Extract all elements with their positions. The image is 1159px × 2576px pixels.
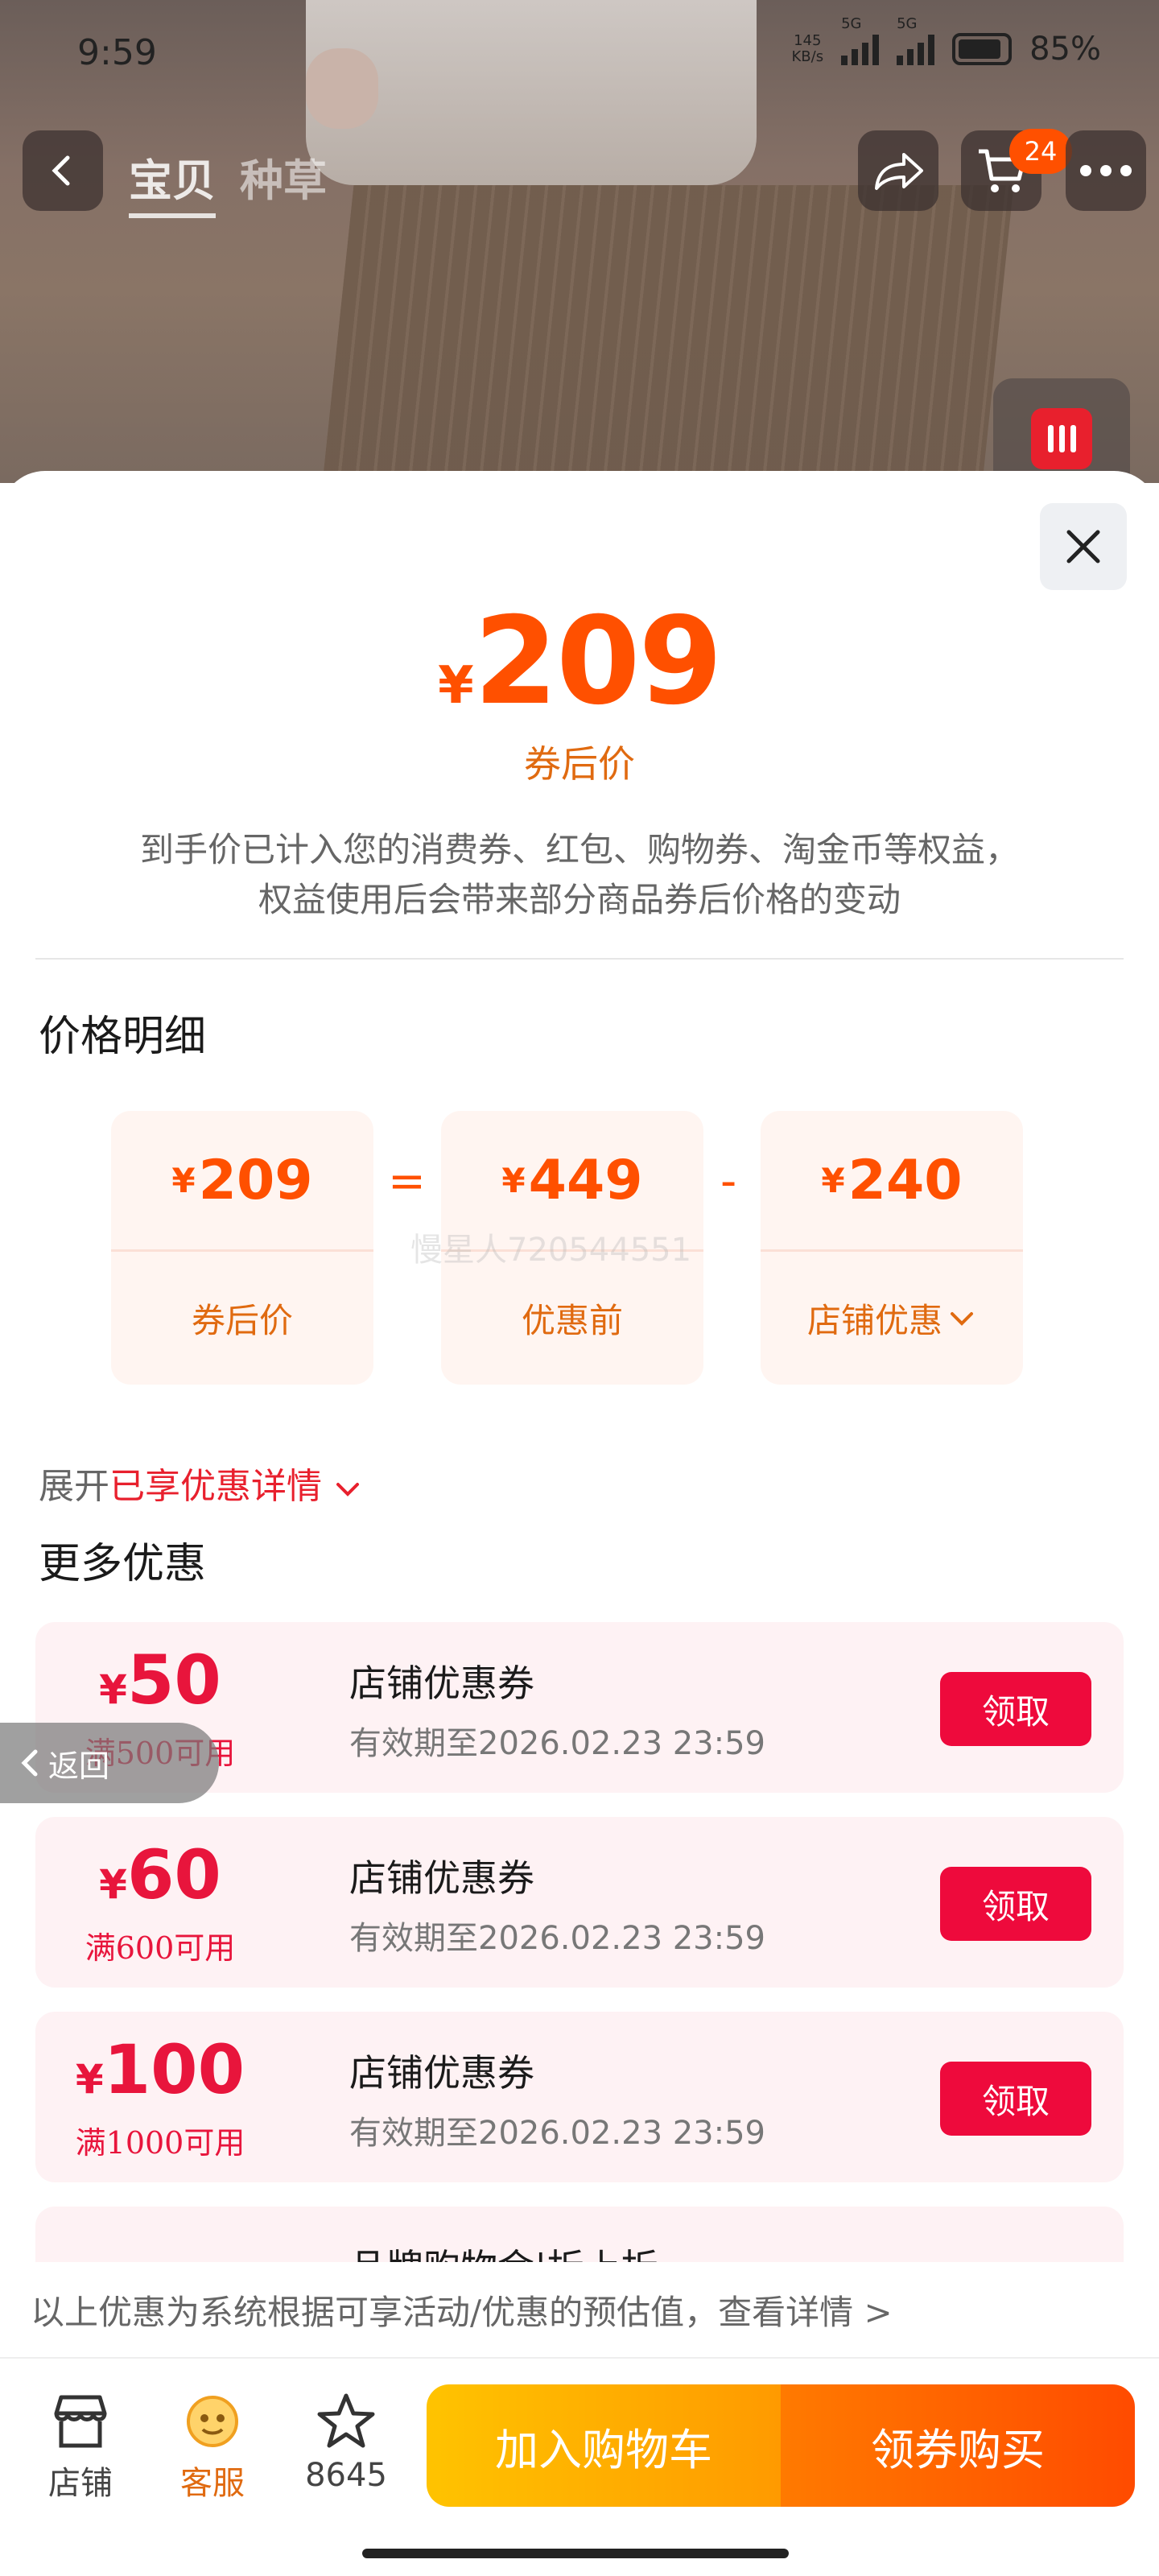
- signal-icon: 5G: [841, 15, 880, 65]
- coupon-value: 60: [126, 1835, 221, 1914]
- favorite-button[interactable]: 8645: [290, 2392, 402, 2494]
- share-button[interactable]: [858, 130, 938, 211]
- status-time: 9:59: [77, 32, 157, 73]
- breakdown-after-coupon: ¥209 券后价: [111, 1111, 373, 1385]
- price-caption: 券后价: [524, 742, 635, 786]
- star-icon: [317, 2393, 375, 2448]
- divider: [35, 958, 1124, 960]
- final-price: ¥209 券后价: [0, 592, 1159, 788]
- minus-sign: -: [720, 1155, 737, 1208]
- breakdown-value: ¥240: [761, 1111, 1023, 1249]
- breakdown-label: 券后价: [191, 1301, 293, 1340]
- live-icon: [1031, 408, 1092, 469]
- store-discount-label: 店铺优惠: [806, 1301, 942, 1340]
- breakdown-amount: 240: [848, 1148, 963, 1212]
- coupon-expiry: 有效期至2026.02.23 23:59: [349, 2115, 766, 2152]
- breakdown-amount: 209: [198, 1148, 313, 1212]
- coupon-condition: 满1000可用: [75, 2125, 245, 2161]
- service-label: 客服: [180, 2465, 245, 2502]
- price-currency: ¥: [438, 656, 474, 716]
- bottom-action-bar: 店铺 客服 8645 加入购物车 领券购买: [0, 2360, 1159, 2576]
- product-photo-skirt: [322, 185, 1014, 483]
- currency: ¥: [75, 2056, 104, 2103]
- price-detail-sheet: ¥209 券后价 到手价已计入您的消费券、红包、购物券、淘金币等权益， 权益使用…: [0, 471, 1159, 2576]
- breakdown-label: 店铺优惠: [761, 1252, 1023, 1385]
- expand-prefix: 展开: [39, 1466, 109, 1507]
- chevron-down-icon: [951, 1311, 973, 1326]
- favorite-count: 8645: [305, 2457, 387, 2494]
- claim-coupon-button[interactable]: 领取: [940, 2062, 1091, 2136]
- store-label: 店铺: [48, 2465, 113, 2502]
- currency: ¥: [99, 1666, 127, 1713]
- back-button[interactable]: [23, 130, 103, 211]
- tab-seeding[interactable]: 种草: [240, 145, 327, 218]
- breakdown-label: 优惠前: [521, 1301, 623, 1340]
- add-to-cart-button[interactable]: 加入购物车: [427, 2384, 781, 2507]
- breakdown-value: ¥209: [111, 1111, 373, 1249]
- currency: ¥: [171, 1160, 196, 1200]
- signal-icon-2: 5G: [897, 15, 935, 65]
- disclaimer-link[interactable]: 以上优惠为系统根据可享活动/优惠的预估值，查看详情 >: [0, 2262, 1159, 2359]
- home-indicator: [362, 2549, 789, 2558]
- breakdown-amount: 449: [528, 1148, 643, 1212]
- more-discounts-title: 更多优惠: [39, 1540, 207, 1588]
- close-button[interactable]: [1040, 503, 1127, 590]
- price-note: 到手价已计入您的消费券、红包、购物券、淘金币等权益， 权益使用后会带来部分商品券…: [0, 825, 1159, 925]
- net1-label: 5G: [841, 15, 862, 32]
- breakdown-store-discount[interactable]: ¥240 店铺优惠: [761, 1111, 1023, 1385]
- price-value: 209: [473, 592, 723, 732]
- currency: ¥: [99, 1861, 127, 1908]
- coupon-expiry: 有效期至2026.02.23 23:59: [349, 1725, 766, 1762]
- header-tabs: 宝贝 种草: [129, 145, 327, 218]
- claim-coupon-button[interactable]: 领取: [940, 1867, 1091, 1941]
- close-icon: [1066, 530, 1100, 564]
- coupon-card: ¥100 满1000可用 店铺优惠券 有效期至2026.02.23 23:59 …: [35, 2012, 1124, 2182]
- cart-count-badge: 24: [1009, 129, 1072, 174]
- status-bar: 9:59 145 KB/s 5G 5G 85%: [0, 0, 1159, 105]
- net-speed: 145 KB/s: [791, 32, 824, 65]
- claim-and-buy-button[interactable]: 领券购买: [781, 2384, 1135, 2507]
- customer-service-button[interactable]: 客服: [156, 2392, 269, 2504]
- price-note-line2: 权益使用后会带来部分商品券后价格的变动: [258, 880, 901, 919]
- claim-coupon-button[interactable]: 领取: [940, 1672, 1091, 1746]
- watermark: 慢星人720544551: [410, 1232, 692, 1269]
- currency: ¥: [501, 1160, 526, 1200]
- expand-discount-details[interactable]: 展开已享优惠详情: [39, 1457, 362, 1509]
- coupon-title: 店铺优惠券: [349, 1856, 534, 1900]
- battery-percent: 85%: [1029, 31, 1101, 68]
- coupon-amount: ¥100 满1000可用: [68, 2031, 253, 2162]
- expand-highlight: 已享优惠详情: [109, 1466, 322, 1507]
- coupon-title: 店铺优惠券: [349, 2051, 534, 2095]
- return-button[interactable]: 返回: [0, 1723, 219, 1803]
- coupon-value: 100: [103, 2030, 245, 2109]
- status-icons: 145 KB/s 5G 5G 85%: [791, 15, 1101, 68]
- price-note-line1: 到手价已计入您的消费券、红包、购物券、淘金币等权益，: [139, 830, 1019, 869]
- chevron-left-icon: [52, 155, 70, 186]
- currency: ¥: [821, 1160, 845, 1200]
- return-label: 返回: [48, 1748, 110, 1784]
- store-icon: [54, 2395, 107, 2448]
- more-button[interactable]: [1066, 130, 1146, 211]
- chevron-down-icon: [336, 1482, 359, 1496]
- coupon-title: 店铺优惠券: [349, 1662, 534, 1705]
- battery-icon: [952, 33, 1013, 65]
- chevron-left-icon: [21, 1749, 38, 1777]
- store-button[interactable]: 店铺: [24, 2392, 137, 2504]
- equal-sign: =: [388, 1155, 426, 1208]
- tab-product[interactable]: 宝贝: [129, 145, 216, 218]
- coupon-card: ¥60 满600可用 店铺优惠券 有效期至2026.02.23 23:59 领取: [35, 1817, 1124, 1988]
- share-icon: [875, 153, 923, 190]
- coupon-value: 50: [126, 1641, 221, 1719]
- more-icon: [1080, 165, 1132, 176]
- customer-service-icon: [187, 2396, 238, 2447]
- coupon-condition: 满600可用: [85, 1930, 236, 1966]
- price-detail-title: 价格明细: [39, 1013, 207, 1061]
- coupon-amount: ¥60 满600可用: [68, 1836, 253, 1967]
- coupon-expiry: 有效期至2026.02.23 23:59: [349, 1920, 766, 1957]
- net2-label: 5G: [897, 15, 918, 32]
